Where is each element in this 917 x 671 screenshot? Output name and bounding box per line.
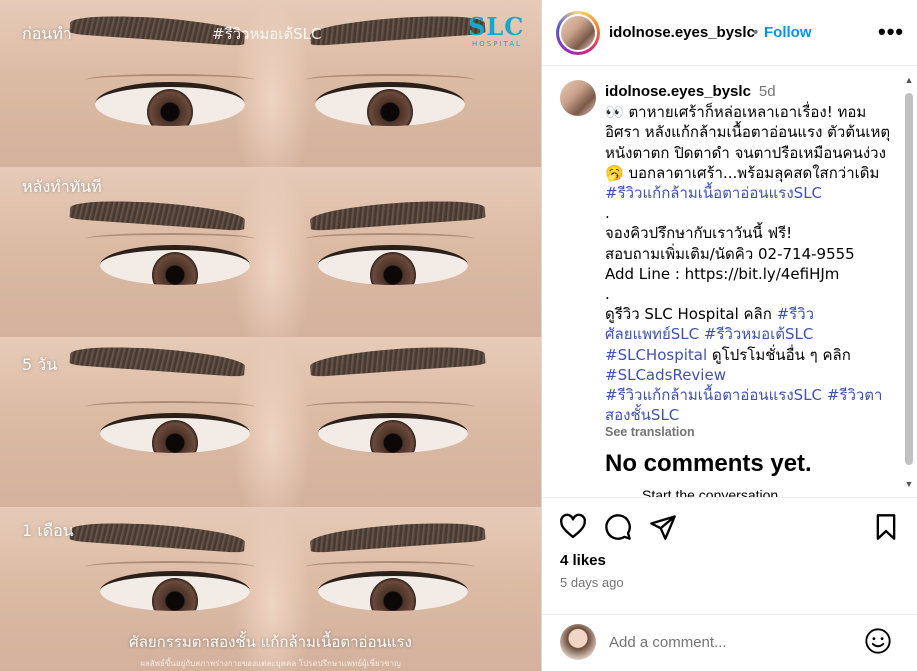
panel-label-5-days: 5 วัน (22, 355, 58, 374)
follow-button[interactable]: Follow (764, 24, 812, 41)
likes-count[interactable]: 4 likes (560, 552, 606, 569)
post-header: idolnose.eyes_byslc • Follow ••• (542, 0, 917, 66)
eye (100, 245, 250, 285)
scrollbar-thumb[interactable] (905, 93, 913, 465)
hashtag-link[interactable]: #SLCadsReview (605, 366, 726, 384)
photo-panel-after-immediately: หลังทำทันที (0, 167, 541, 337)
comment-input[interactable] (609, 631, 849, 653)
hashtag-watermark: #รีวิวหมอเต้SLC (212, 25, 322, 43)
panel-label-after: หลังทำทันที (22, 177, 102, 196)
comments-area[interactable]: idolnose.eyes_byslc 5d 👀 ตาหายเศร้าก็หล่อ… (542, 67, 917, 497)
hashtag-link[interactable]: #SLCHospital (605, 346, 707, 364)
caption-time[interactable]: 5d (759, 83, 776, 100)
panel-label-before: ก่อนทำ (22, 24, 72, 43)
image-caption: ศัลยกรรมตาสองชั้น แก้กล้ามเนื้อตาอ่อนแรง (129, 633, 412, 651)
hashtag-link[interactable]: #รีวิวหมอเต้SLC (704, 325, 813, 343)
eye (318, 245, 468, 285)
image-disclaimer: ผลลัพธ์ขึ้นอยู่กับสภาพร่างกายของแต่ละบุค… (140, 659, 401, 668)
caption-avatar[interactable] (560, 80, 596, 116)
header-username[interactable]: idolnose.eyes_byslc (609, 24, 755, 41)
scrollbar[interactable]: ▲ ▼ (903, 75, 915, 493)
photo-panel-5-days: 5 วัน (0, 337, 541, 507)
avatar[interactable] (560, 624, 596, 660)
post-sidebar: idolnose.eyes_byslc • Follow ••• idolnos… (541, 0, 917, 671)
eye (318, 571, 468, 611)
post-timestamp[interactable]: 5 days ago (560, 575, 624, 590)
caption-username[interactable]: idolnose.eyes_byslc (605, 83, 751, 100)
panel-label-1-month: 1 เดือน (22, 521, 74, 540)
see-translation-button[interactable]: See translation (605, 425, 695, 439)
bookmark-icon[interactable] (872, 513, 900, 541)
scroll-down-icon[interactable]: ▼ (903, 479, 915, 491)
hashtag-link[interactable]: #รีวิวแก้กล้ามเนื้อตาอ่อนแรงSLC (605, 386, 822, 404)
eye (100, 413, 250, 453)
post-actions: 4 likes 5 days ago (542, 497, 917, 617)
post-image[interactable]: ก่อนทำ หลังทำทันที 5 วัน 1 เดือน #รีวิวห… (0, 0, 541, 671)
eye (100, 571, 250, 611)
emoji-icon[interactable] (864, 627, 892, 655)
eye (318, 413, 468, 453)
hashtag-link[interactable]: #รีวิวแก้กล้ามเนื้อตาอ่อนแรงSLC (605, 184, 822, 202)
slc-logo: SLC HOSPITAL (468, 12, 525, 48)
comment-icon[interactable] (604, 513, 632, 541)
scroll-up-icon[interactable]: ▲ (903, 75, 915, 87)
add-comment-bar (542, 614, 917, 671)
heart-icon[interactable] (559, 513, 587, 541)
eye (315, 82, 465, 126)
avatar[interactable] (561, 16, 595, 50)
more-icon[interactable]: ••• (878, 19, 904, 45)
no-comments-heading: No comments yet. (605, 450, 812, 477)
share-icon[interactable] (649, 513, 677, 541)
post-caption: idolnose.eyes_byslc 5d 👀 ตาหายเศร้าก็หล่อ… (605, 83, 891, 425)
eye (95, 82, 245, 126)
story-ring[interactable] (556, 11, 600, 55)
start-conversation-text: Start the conversation. (642, 487, 783, 497)
separator-dot: • (753, 24, 759, 41)
